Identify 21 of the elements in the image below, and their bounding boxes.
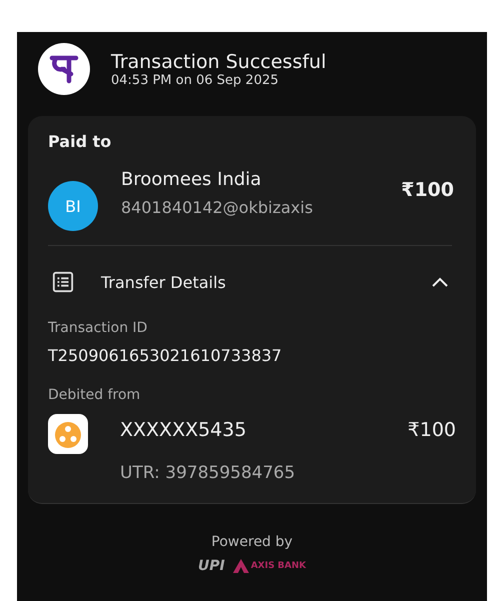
field-label: Transaction ID [48,320,148,336]
status-title: Transaction Successful [111,50,326,72]
amount: ₹100 [401,179,454,201]
timestamp: 04:53 PM on 06 Sep 2025 [111,72,280,88]
transfer-details-toggle[interactable]: Transfer Details [48,262,456,302]
app-logo-icon [38,43,90,95]
avatar: BI [48,181,98,231]
chevron-icon [432,277,448,287]
payee-name: Broomees India [121,169,262,190]
transaction-id: T2509061653021610733837 [48,346,283,365]
bank-logo: AXIS BANK [232,559,306,573]
utr-number: UTR: 397859584765 [120,463,296,483]
account-number: XXXXXX5435 [120,419,246,441]
field-label: Debited from [48,387,140,403]
upi-logo: UPI [198,558,225,574]
amount: ₹100 [408,419,456,441]
powered-by-text: Powered by [211,534,293,550]
bank-logo-icon [48,414,88,454]
upi-id: 8401840142@okbizaxis [121,198,314,217]
list-icon [52,271,74,293]
section-heading: Paid to [48,132,112,151]
